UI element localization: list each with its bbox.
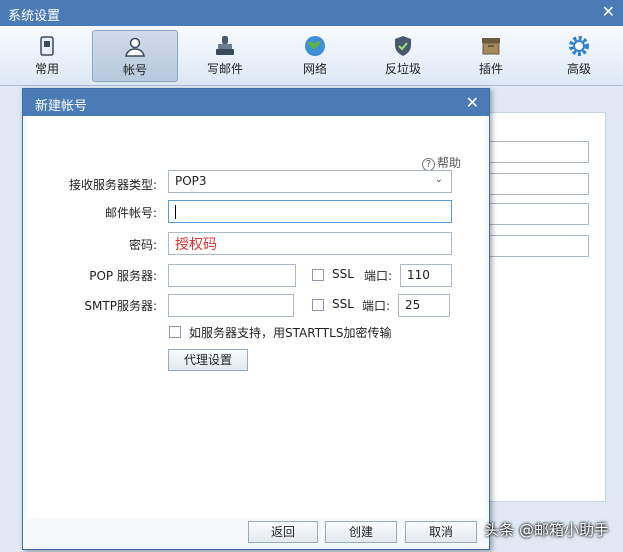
settings-toolbar: 常用 帐号 写邮件 网络 反垃圾 插件 高级 (0, 26, 623, 86)
create-button[interactable]: 创建 (325, 521, 397, 543)
password-value: 授权码 (175, 237, 217, 253)
proxy-settings-button[interactable]: 代理设置 (168, 349, 248, 371)
server-type-label: 接收服务器类型: (68, 178, 157, 192)
tab-network[interactable]: 网络 (272, 30, 358, 82)
tab-account[interactable]: 帐号 (92, 30, 178, 82)
smtp-port-value: 25 (405, 298, 421, 312)
tab-network-label: 网络 (302, 62, 327, 76)
tab-advanced-label: 高级 (566, 62, 591, 76)
tab-antispam[interactable]: 反垃圾 (360, 30, 446, 82)
pop-ssl-checkbox[interactable] (312, 269, 324, 281)
account-label: 邮件帐号: (104, 206, 157, 220)
dialog-footer: 返回 创建 取消 (27, 518, 485, 546)
dialog-titlebar: 新建帐号 ✕ (23, 89, 489, 116)
smtp-port-input[interactable]: 25 (398, 294, 450, 317)
password-input[interactable]: 授权码 (168, 232, 452, 255)
smtp-ssl-label: SSL (332, 297, 354, 311)
dialog-close-icon[interactable]: ✕ (466, 93, 479, 112)
smtp-ssl-checkbox[interactable] (312, 299, 324, 311)
server-type-select[interactable]: POP3 ⌄ (168, 170, 452, 193)
shield-icon (395, 36, 411, 56)
help-link[interactable]: ? 帮助 (421, 154, 461, 171)
stamp-icon (216, 36, 234, 55)
window-close-icon[interactable]: ✕ (602, 3, 615, 21)
globe-icon (305, 36, 325, 56)
background-field (489, 173, 589, 195)
watermark: 头条 @邮箱小助手 (484, 521, 609, 539)
smtp-server-label: SMTP服务器: (84, 299, 157, 313)
cancel-button[interactable]: 取消 (405, 521, 477, 543)
pop-port-input[interactable]: 110 (400, 264, 452, 287)
tab-compose-label: 写邮件 (206, 62, 243, 76)
gear-icon (569, 36, 589, 56)
box-icon (482, 38, 500, 55)
window-titlebar: 系统设置 ✕ (0, 0, 623, 26)
window-title: 系统设置 (8, 9, 61, 24)
background-field (489, 141, 589, 163)
pop-server-input[interactable] (168, 264, 296, 287)
tab-compose[interactable]: 写邮件 (182, 30, 268, 82)
tab-plugins-label: 插件 (478, 62, 503, 76)
account-input[interactable] (168, 200, 452, 223)
tab-antispam-label: 反垃圾 (384, 62, 421, 76)
user-icon (125, 37, 145, 57)
pop-port-label: 端口: (364, 269, 393, 283)
starttls-checkbox[interactable] (169, 326, 181, 338)
pop-server-label: POP 服务器: (89, 269, 157, 283)
help-label: 帮助 (436, 156, 461, 170)
tab-common[interactable]: 常用 (4, 30, 90, 82)
background-field (489, 203, 589, 225)
tab-account-label: 帐号 (122, 63, 147, 77)
server-type-value: POP3 (175, 174, 207, 188)
dialog-body: ? 帮助 接收服务器类型: POP3 ⌄ 邮件帐号: 密码: 授权码 POP 服务… (27, 116, 485, 518)
tab-common-label: 常用 (34, 62, 59, 76)
password-label: 密码: (128, 238, 157, 252)
tab-advanced[interactable]: 高级 (536, 30, 622, 82)
phone-icon (40, 36, 54, 56)
smtp-port-label: 端口: (362, 299, 391, 313)
dialog-title: 新建帐号 (35, 99, 88, 114)
smtp-server-input[interactable] (168, 294, 294, 317)
text-caret (175, 205, 176, 219)
back-button[interactable]: 返回 (248, 521, 318, 543)
starttls-label: 如服务器支持，用STARTTLS加密传输 (189, 326, 392, 340)
pop-ssl-label: SSL (332, 267, 354, 281)
new-account-dialog: 新建帐号 ✕ ? 帮助 接收服务器类型: POP3 ⌄ 邮件帐号: 密码: 授权码… (22, 88, 490, 550)
background-field (489, 235, 589, 257)
chevron-down-icon: ⌄ (434, 174, 443, 185)
pop-port-value: 110 (407, 268, 430, 282)
tab-plugins[interactable]: 插件 (448, 30, 534, 82)
